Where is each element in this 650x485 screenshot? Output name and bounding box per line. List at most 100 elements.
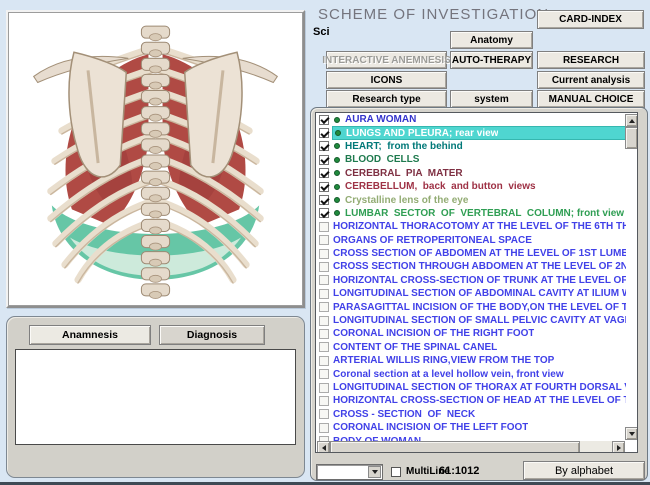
triangle-left-icon [322, 445, 326, 451]
checkbox-checked-icon[interactable] [319, 182, 329, 192]
list-item-label: LUMBAR SECTOR OF VERTEBRAL COLUMN; front… [345, 208, 624, 219]
list-item-label: CROSS SECTION OF ABDOMEN AT THE LEVEL OF… [333, 248, 626, 259]
list-item[interactable]: AURA WOMAN [316, 113, 626, 126]
auto-therapy-button[interactable]: AUTO-THERAPY [450, 51, 533, 69]
checkbox-unchecked-icon[interactable] [319, 342, 329, 352]
list-item[interactable]: ARTERIAL WILLIS RING,VIEW FROM THE TOP [316, 354, 626, 367]
list-item-label: LONGITUDINAL SECTION OF THORAX AT FOURTH… [333, 382, 626, 393]
list-item[interactable]: CEREBELLUM, back and button views [316, 180, 626, 193]
anamnesis-notes-area[interactable] [15, 349, 296, 445]
list-item[interactable]: PARASAGITTAL INCISION OF THE BODY,ON THE… [316, 300, 626, 313]
checkbox-unchecked-icon[interactable] [319, 249, 329, 259]
list-item[interactable]: LONGITUDINAL SECTION OF THORAX AT FOURTH… [316, 381, 626, 394]
item-bullet-icon [334, 210, 340, 216]
list-item-body: CEREBELLUM, back and button views [332, 180, 626, 193]
anamnesis-panel: Anamnesis Diagnosis [6, 316, 305, 478]
multiline-checkbox[interactable] [391, 467, 401, 477]
list-item-body: PARASAGITTAL INCISION OF THE BODY,ON THE… [332, 300, 626, 313]
checkbox-unchecked-icon[interactable] [319, 316, 329, 326]
list-item-label: LUNGS AND PLEURA; rear view [346, 128, 498, 139]
current-analysis-button[interactable]: Current analysis [537, 71, 645, 89]
list-item[interactable]: Crystalline lens of the eye [316, 193, 626, 206]
list-item-body: CROSS - SECTION OF NECK [332, 408, 626, 421]
list-item[interactable]: CROSS SECTION THROUGH ABDOMEN AT THE LEV… [316, 260, 626, 273]
list-item[interactable]: HEART; from the behind [316, 140, 626, 153]
list-item-label: Coronal section at a level hollow vein, … [333, 369, 564, 380]
checkbox-checked-icon[interactable] [319, 115, 329, 125]
anatomy-button[interactable]: Anatomy [450, 31, 533, 49]
anatomy-listbox[interactable]: AURA WOMAN LUNGS AND PLEURA; rear view HEA… [315, 112, 638, 453]
list-item-label: CEREBRAL PIA MATER [345, 168, 463, 179]
list-item[interactable]: Coronal section at a level hollow vein, … [316, 367, 626, 380]
checkbox-unchecked-icon[interactable] [319, 383, 329, 393]
manual-choice-button[interactable]: MANUAL CHOICE [537, 90, 645, 108]
horizontal-scroll-thumb[interactable] [330, 441, 580, 453]
tab-diagnosis[interactable]: Diagnosis [159, 325, 265, 345]
scroll-right-button[interactable] [612, 441, 625, 453]
list-item[interactable]: CORONAL INCISION OF THE LEFT FOOT [316, 421, 626, 434]
checkbox-unchecked-icon[interactable] [319, 235, 329, 245]
list-item[interactable]: CROSS - SECTION OF NECK [316, 408, 626, 421]
checkbox-checked-icon[interactable] [319, 195, 329, 205]
list-item-body: LUNGS AND PLEURA; rear view [332, 126, 626, 139]
system-button[interactable]: system [450, 90, 533, 108]
vertical-scroll-thumb[interactable] [625, 127, 638, 149]
list-item[interactable]: LONGITUDINAL SECTION OF SMALL PELVIC CAV… [316, 314, 626, 327]
checkbox-unchecked-icon[interactable] [319, 423, 329, 433]
checkbox-unchecked-icon[interactable] [319, 262, 329, 272]
list-item-body: CORONAL INCISION OF THE LEFT FOOT [332, 421, 626, 434]
combo-dropdown-button[interactable] [368, 466, 381, 478]
research-type-button[interactable]: Research type [326, 90, 447, 108]
list-item-label: CROSS - SECTION OF NECK [333, 409, 475, 420]
checkbox-checked-icon[interactable] [319, 208, 329, 218]
list-item[interactable]: BLOOD CELLS [316, 153, 626, 166]
list-item[interactable]: CONTENT OF THE SPINAL CANEL [316, 341, 626, 354]
list-item-body: CORONAL INCISION OF THE RIGHT FOOT [332, 327, 626, 340]
research-button[interactable]: RESEARCH [537, 51, 645, 69]
list-item[interactable]: CORONAL INCISION OF THE RIGHT FOOT [316, 327, 626, 340]
tab-anamnesis[interactable]: Anamnesis [29, 325, 151, 345]
checkbox-unchecked-icon[interactable] [319, 289, 329, 299]
card-index-button[interactable]: CARD-INDEX [537, 10, 644, 29]
checkbox-unchecked-icon[interactable] [319, 329, 329, 339]
list-item[interactable]: ORGANS OF RETROPERITONEAL SPACE [316, 234, 626, 247]
by-alphabet-button[interactable]: By alphabet [523, 461, 645, 480]
list-item[interactable]: LUNGS AND PLEURA; rear view [316, 126, 626, 139]
scroll-up-button[interactable] [625, 114, 638, 127]
scroll-down-button[interactable] [625, 427, 638, 440]
list-item[interactable]: CEREBRAL PIA MATER [316, 167, 626, 180]
checkbox-unchecked-icon[interactable] [319, 222, 329, 232]
list-item[interactable]: HORIZONTAL CROSS-SECTION OF HEAD AT THE … [316, 394, 626, 407]
checkbox-checked-icon[interactable] [319, 168, 329, 178]
list-item[interactable]: LUMBAR SECTOR OF VERTEBRAL COLUMN; front… [316, 207, 626, 220]
item-bullet-icon [334, 170, 340, 176]
list-item-body: LONGITUDINAL SECTION OF SMALL PELVIC CAV… [332, 314, 626, 327]
list-item-body: LONGITUDINAL SECTION OF THORAX AT FOURTH… [332, 381, 626, 394]
list-item[interactable]: BODY OF WOMAN [316, 434, 626, 441]
list-item-body: ARTERIAL WILLIS RING,VIEW FROM THE TOP [332, 354, 626, 367]
icons-button[interactable]: ICONS [326, 71, 447, 89]
list-item-label: CEREBELLUM, back and button views [345, 181, 536, 192]
checkbox-unchecked-icon[interactable] [319, 396, 329, 406]
checkbox-unchecked-icon[interactable] [319, 356, 329, 366]
checkbox-unchecked-icon[interactable] [319, 275, 329, 285]
list-item[interactable]: HORIZONTAL THORACOTOMY AT THE LEVEL OF T… [316, 220, 626, 233]
checkbox-checked-icon[interactable] [319, 155, 329, 165]
checkbox-unchecked-icon[interactable] [319, 302, 329, 312]
list-item-label: Crystalline lens of the eye [345, 195, 468, 206]
list-item-label: HEART; from the behind [345, 141, 463, 152]
checkbox-unchecked-icon[interactable] [319, 409, 329, 419]
list-item-body: BODY OF WOMAN [332, 434, 626, 441]
list-item[interactable]: CROSS SECTION OF ABDOMEN AT THE LEVEL OF… [316, 247, 626, 260]
scroll-left-button[interactable] [317, 441, 330, 453]
list-item[interactable]: LONGITUDINAL SECTION OF ABDOMINAL CAVITY… [316, 287, 626, 300]
checkbox-unchecked-icon[interactable] [319, 369, 329, 379]
item-bullet-icon [334, 143, 340, 149]
checkbox-checked-icon[interactable] [319, 141, 329, 151]
list-item[interactable]: HORIZONTAL CROSS-SECTION OF TRUNK AT THE… [316, 274, 626, 287]
list-item-body: HORIZONTAL CROSS-SECTION OF HEAD AT THE … [332, 394, 626, 407]
checkbox-checked-icon[interactable] [319, 128, 329, 138]
filter-combobox[interactable] [316, 464, 383, 480]
anatomy-image-panel [6, 10, 305, 308]
thorax-rear-view-image [8, 12, 303, 306]
